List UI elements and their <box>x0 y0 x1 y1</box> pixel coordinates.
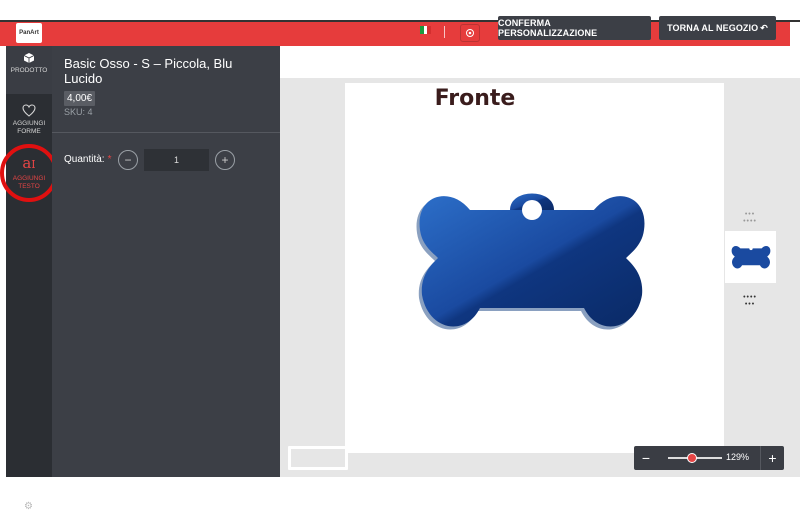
confirm-customization-button[interactable]: CONFERMA PERSONALIZZAZIONE <box>498 16 651 40</box>
thumbnail-scroll-up-icon[interactable]: ••• •••• <box>740 211 760 225</box>
back-to-shop-button[interactable]: TORNA AL NEGOZIO ↶ <box>659 16 776 40</box>
minimap-viewport[interactable] <box>288 446 348 470</box>
brand-logo[interactable]: PanArt <box>16 23 42 43</box>
rail-item-label: PRODOTTO <box>10 67 48 74</box>
bone-thumbnail-icon <box>731 246 770 269</box>
zoom-control: − 129% + <box>634 446 784 470</box>
quantity-label-text: Quantità: <box>64 154 105 165</box>
product-sku: SKU: 4 <box>64 107 93 117</box>
zoom-value: 129% <box>726 452 750 462</box>
price-badge: 4,00€ <box>64 91 96 106</box>
panel-divider <box>52 132 280 133</box>
back-to-shop-label: TORNA AL NEGOZIO <box>667 23 759 33</box>
settings-gear-icon[interactable]: ⚙ <box>24 502 34 512</box>
required-mark: * <box>107 154 112 165</box>
product-panel: Basic Osso - S – Piccola, Blu Lucido 4,0… <box>52 46 280 477</box>
thumbnail-scroll-down-icon[interactable]: •••• ••• <box>740 294 760 308</box>
tool-rail: PRODOTTO AGGIUNGI FORME aI AGGIUNGI TEST… <box>6 46 52 512</box>
product-title: Basic Osso - S – Piccola, Blu Lucido <box>64 56 233 86</box>
preview-icon[interactable] <box>460 24 480 42</box>
side-thumbnail-front[interactable] <box>725 231 776 283</box>
cube-icon <box>23 53 35 63</box>
zoom-in-button[interactable]: + <box>760 446 784 470</box>
quantity-input[interactable]: 1 <box>144 149 209 171</box>
bone-tag-image[interactable] <box>410 180 654 340</box>
zoom-out-button[interactable]: − <box>634 446 658 470</box>
rail-item-add-shapes[interactable]: AGGIUNGI FORME <box>6 98 52 146</box>
header-divider <box>444 26 445 38</box>
heart-icon <box>22 104 36 117</box>
rail-item-label: AGGIUNGI FORME <box>12 120 46 135</box>
return-arrow-icon: ↶ <box>760 22 768 33</box>
italian-flag-icon[interactable] <box>420 26 432 34</box>
side-title: Fronte <box>434 86 516 111</box>
rail-item-product[interactable]: PRODOTTO <box>6 46 52 94</box>
quantity-decrease-button[interactable]: − <box>118 150 138 170</box>
zoom-slider-handle[interactable] <box>687 453 697 463</box>
quantity-label: Quantità: * <box>64 154 112 165</box>
highlight-circle <box>0 144 58 202</box>
quantity-increase-button[interactable]: + <box>215 150 235 170</box>
